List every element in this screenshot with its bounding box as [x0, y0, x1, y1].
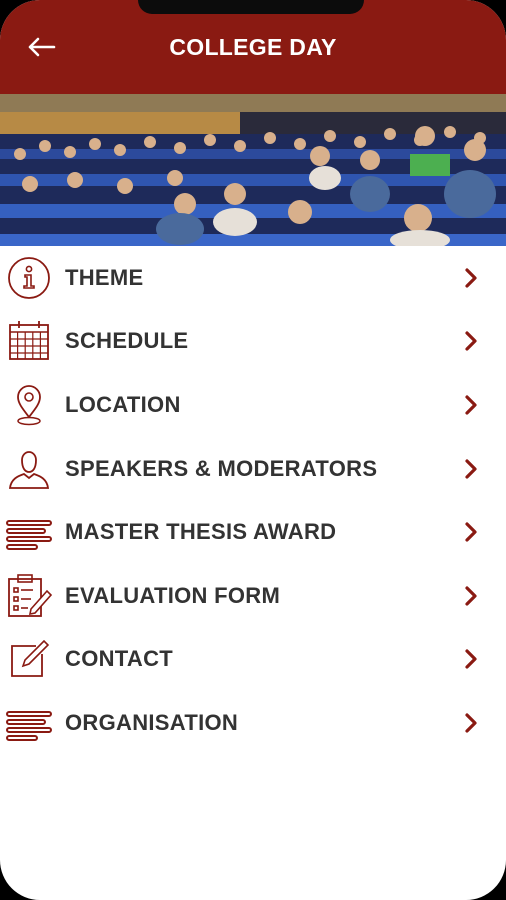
menu-item-location[interactable]: LOCATION	[0, 373, 506, 437]
menu-item-contact[interactable]: CONTACT	[0, 628, 506, 692]
calendar-icon	[6, 318, 52, 364]
main-menu: THEME SCHEDULE LOCATION SPEAKERS & MODER…	[0, 246, 506, 755]
app-screen: COLLEGE DAY THEME SCHEDULE LOCATION SPEA…	[0, 0, 506, 900]
chevron-right-icon	[465, 395, 477, 415]
menu-item-master-thesis-award[interactable]: MASTER THESIS AWARD	[0, 500, 506, 564]
chevron-right-icon	[465, 586, 477, 606]
audience-photo	[0, 94, 506, 246]
menu-item-theme[interactable]: THEME	[0, 246, 506, 310]
device-notch	[138, 0, 364, 14]
lines-icon	[6, 700, 52, 746]
menu-item-label: CONTACT	[65, 646, 174, 672]
menu-item-label: LOCATION	[65, 391, 181, 417]
hero-image	[0, 94, 506, 246]
edit-icon	[6, 636, 52, 682]
chevron-right-icon	[465, 649, 477, 669]
menu-item-label: SPEAKERS & MODERATORS	[65, 455, 378, 481]
menu-item-organisation[interactable]: ORGANISATION	[0, 691, 506, 755]
menu-item-label: EVALUATION FORM	[65, 582, 281, 608]
top-bar: COLLEGE DAY	[0, 0, 506, 94]
menu-item-speakers-moderators[interactable]: SPEAKERS & MODERATORS	[0, 437, 506, 501]
info-icon	[6, 255, 52, 301]
menu-item-evaluation-form[interactable]: EVALUATION FORM	[0, 564, 506, 628]
menu-item-label: MASTER THESIS AWARD	[65, 519, 337, 545]
menu-item-label: ORGANISATION	[65, 709, 239, 735]
menu-item-schedule[interactable]: SCHEDULE	[0, 310, 506, 374]
chevron-right-icon	[465, 268, 477, 288]
map-pin-icon	[6, 382, 52, 428]
chevron-right-icon	[465, 331, 477, 351]
person-icon	[6, 446, 52, 492]
chevron-right-icon	[465, 713, 477, 733]
clipboard-icon	[6, 573, 52, 619]
menu-item-label: THEME	[65, 264, 144, 290]
menu-item-label: SCHEDULE	[65, 328, 189, 354]
chevron-right-icon	[465, 458, 477, 479]
chevron-right-icon	[465, 522, 477, 542]
lines-icon	[6, 509, 52, 555]
page-title: COLLEGE DAY	[169, 34, 337, 60]
